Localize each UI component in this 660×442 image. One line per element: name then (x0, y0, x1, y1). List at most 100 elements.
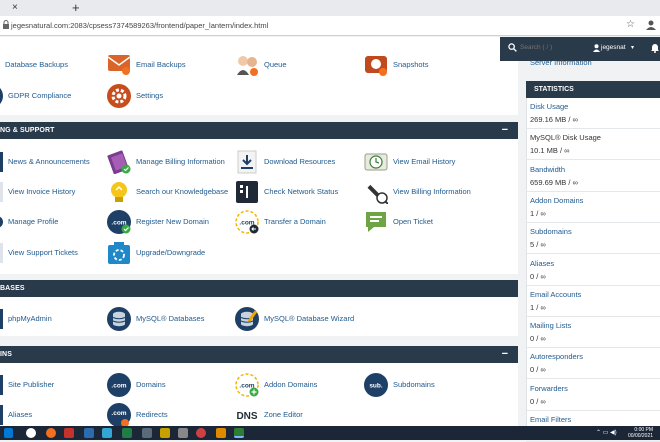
queue-link[interactable]: Queue (235, 53, 325, 77)
stat-label[interactable]: Subdomains (530, 227, 572, 236)
news-icon (0, 152, 3, 172)
manage-billing-link[interactable]: Manage Billing Information (107, 150, 237, 174)
folder-icon[interactable] (160, 428, 170, 438)
app-orange-icon[interactable] (216, 428, 226, 438)
stat-row[interactable]: Addon Domains 1 / ∞ (526, 192, 660, 223)
domains-link[interactable]: .com Domains (107, 373, 197, 397)
manage-profile-link[interactable]: Manage Profile (0, 210, 89, 234)
lock-icon[interactable] (2, 20, 10, 30)
news-announcements-link[interactable]: News & Announcements (0, 150, 109, 174)
username-menu[interactable]: jegesnat (601, 44, 626, 51)
stat-label[interactable]: Mailing Lists (530, 321, 571, 330)
stat-label[interactable]: Addon Domains (530, 196, 583, 205)
email-backups-link[interactable]: Email Backups (107, 53, 227, 77)
profile-icon[interactable] (646, 19, 656, 34)
invoice-icon (0, 182, 3, 202)
billing-support-header[interactable]: NG & SUPPORT − (0, 122, 518, 139)
new-tab-button[interactable]: + (72, 0, 80, 15)
pdf-app-icon[interactable] (64, 428, 74, 438)
stat-row[interactable]: Autoresponders 0 / ∞ (526, 348, 660, 380)
transfer-domain-link[interactable]: .com Transfer a Domain (235, 210, 345, 234)
word-icon[interactable] (84, 428, 94, 438)
tab-close-button[interactable]: × (12, 2, 18, 13)
stat-row[interactable]: Subdomains 5 / ∞ (526, 223, 660, 255)
snapshots-link[interactable]: Snapshots (364, 53, 464, 77)
app-red-icon[interactable] (196, 428, 206, 438)
stat-label[interactable]: Email Filters (530, 415, 571, 424)
star-icon[interactable]: ☆ (626, 19, 635, 30)
phpmyadmin-icon (0, 309, 3, 329)
stat-row[interactable]: Aliases 0 / ∞ (526, 255, 660, 286)
stat-label[interactable]: Forwarders (530, 384, 568, 393)
app-active-icon[interactable] (234, 428, 244, 438)
check-network-status-link[interactable]: Check Network Status (235, 180, 355, 204)
url-text[interactable]: jegesnatural.com:2083/cpsess7374589263/f… (11, 21, 268, 30)
tray-icons[interactable]: ⌃ ▭ ◀) (596, 429, 617, 436)
search-icon[interactable] (508, 43, 517, 52)
gdpr-compliance-link[interactable]: GDPR Compliance (0, 84, 99, 108)
stat-label[interactable]: Email Accounts (530, 290, 581, 299)
databases-title: BASES (0, 285, 25, 292)
statistics-title: STATISTICS (534, 86, 574, 93)
search-knowledgebase-link[interactable]: Search our Knowledgebase (107, 180, 237, 204)
stat-value: 269.16 MB / ∞ (530, 115, 578, 124)
view-invoice-history-link[interactable]: View Invoice History (0, 180, 109, 204)
billing-support-title: NG & SUPPORT (0, 127, 55, 134)
view-email-history-link[interactable]: View Email History (364, 150, 484, 174)
stat-row[interactable]: Mailing Lists 0 / ∞ (526, 317, 660, 349)
aliases-link[interactable]: Aliases (0, 403, 79, 427)
stat-row[interactable]: Email Accounts 1 / ∞ (526, 286, 660, 317)
stat-row[interactable]: Disk Usage 269.16 MB / ∞ (526, 98, 660, 129)
subdomains-icon: sub. (364, 373, 388, 397)
settings-app-icon[interactable] (178, 428, 188, 438)
settings-link[interactable]: Settings (107, 84, 197, 108)
phpmyadmin-link[interactable]: phpMyAdmin (0, 307, 89, 331)
redirects-link[interactable]: .com Redirects (107, 403, 207, 427)
collapse-icon[interactable]: − (502, 124, 508, 136)
mysql-databases-link[interactable]: MySQL® Databases (107, 307, 227, 331)
stat-value: 0 / ∞ (530, 334, 546, 344)
server-information-link[interactable]: Server Information (530, 58, 592, 67)
database-backups-link[interactable]: Database Backups (0, 53, 106, 77)
databases-header[interactable]: BASES (0, 280, 518, 297)
address-bar[interactable]: jegesnatural.com:2083/cpsess7374589263/f… (0, 16, 660, 36)
mysql-database-wizard-link[interactable]: MySQL® Database Wizard (235, 307, 375, 331)
view-billing-information-link[interactable]: View Billing Information (364, 180, 484, 204)
open-ticket-link[interactable]: Open Ticket (364, 210, 454, 234)
stat-value: 0 / ∞ (530, 365, 546, 375)
skype-icon[interactable] (102, 428, 112, 438)
stat-label[interactable]: Autoresponders (530, 352, 583, 361)
register-new-domain-link[interactable]: .com Register New Domain (107, 210, 227, 234)
domains-header[interactable]: INS − (0, 346, 518, 363)
snapshot-icon (365, 56, 387, 76)
download-resources-link[interactable]: Download Resources (235, 150, 355, 174)
addon-domains-link[interactable]: .com Addon Domains (235, 373, 345, 397)
collapse-icon[interactable]: − (502, 348, 508, 360)
zone-editor-icon: DNS (236, 411, 257, 422)
chevron-down-icon[interactable]: ▾ (631, 44, 634, 51)
site-publisher-link[interactable]: Site Publisher (0, 373, 89, 397)
subdomains-link[interactable]: sub. Subdomains (364, 373, 464, 397)
chrome-icon[interactable] (26, 428, 36, 438)
view-support-tickets-link[interactable]: View Support Tickets (0, 241, 109, 265)
stat-label: MySQL® Disk Usage (530, 133, 601, 143)
upgrade-downgrade-link[interactable]: Upgrade/Downgrade (107, 241, 227, 265)
excel-icon[interactable] (122, 428, 132, 438)
network-status-icon (236, 181, 258, 203)
bell-icon[interactable] (650, 43, 660, 53)
stat-label[interactable]: Aliases (530, 259, 554, 268)
user-icon (593, 44, 600, 52)
settings-icon (107, 84, 131, 108)
firefox-icon[interactable] (46, 428, 56, 438)
clock[interactable]: 0:00 PM 00/00/2021 (628, 427, 653, 439)
stat-label[interactable]: Disk Usage (530, 102, 568, 111)
media-icon[interactable] (142, 428, 152, 438)
stat-row[interactable]: Forwarders 0 / ∞ (526, 380, 660, 411)
stat-label[interactable]: Bandwidth (530, 165, 565, 174)
stat-row[interactable]: Bandwidth 659.69 MB / ∞ (526, 161, 660, 192)
windows-start-icon[interactable] (4, 428, 13, 438)
search-input[interactable] (520, 44, 586, 51)
os-taskbar: ⌃ ▭ ◀) 0:00 PM 00/00/2021 (0, 426, 660, 440)
zone-editor-link[interactable]: DNS Zone Editor (235, 403, 335, 427)
svg-text:.com: .com (111, 410, 126, 417)
